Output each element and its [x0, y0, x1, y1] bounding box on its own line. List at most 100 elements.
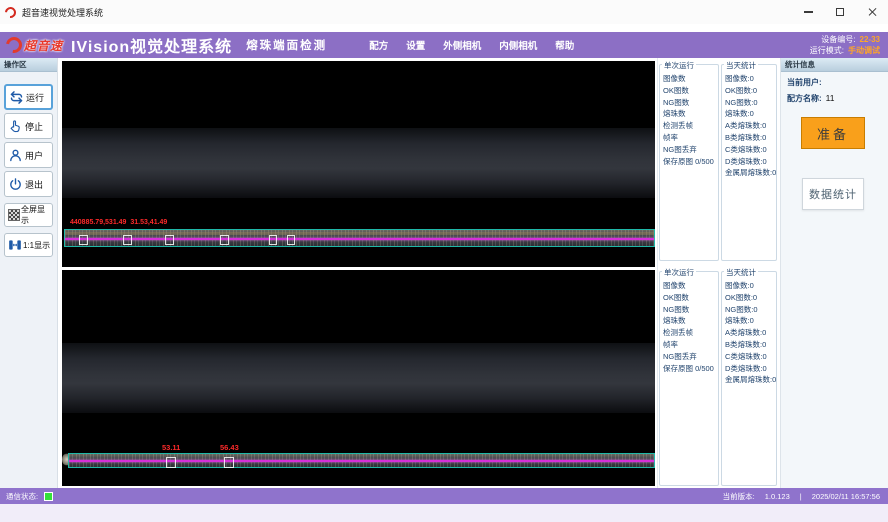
- stat-row: D类熔珠数:0: [725, 156, 776, 168]
- run-icon: [9, 90, 24, 105]
- today-stats-group: 当天统计 图像数:0OK图数:0NG图数:0熔珠数:0A类熔珠数:0B类熔珠数:…: [721, 271, 777, 486]
- inner-centerline-overlay: [69, 460, 654, 462]
- app-window: 超音速视觉处理系统 超音速 IVision视觉处理系统 熔珠端面检测 配方设置外…: [0, 0, 888, 522]
- stat-row: 保存原图 0/500: [663, 363, 718, 375]
- brand-name: 超音速: [24, 37, 63, 54]
- stat-row: A类熔珠数:0: [725, 327, 776, 339]
- outer-measurement-text: 440885.79,531.49 31.53,41.49: [70, 219, 167, 226]
- stat-row: NG图数:0: [725, 97, 776, 109]
- stat-row: 熔珠数:0: [725, 108, 776, 120]
- stat-row: 保存原图 0/500: [663, 156, 718, 168]
- one-to-one-icon: [8, 238, 22, 252]
- version-value: 1.0.123: [765, 492, 790, 501]
- device-number-value: 22-33: [860, 34, 880, 45]
- stat-row: A类熔珠数:0: [725, 120, 776, 132]
- version-label: 当前版本:: [723, 491, 755, 502]
- data-statistics-button[interactable]: 数据统计: [802, 178, 864, 210]
- menu-bar: 配方 设置 外侧相机 内侧相机 帮助: [369, 38, 574, 52]
- outer-camera-view: 440885.79,531.49 31.53,41.49: [62, 61, 655, 267]
- status-divider: |: [800, 492, 802, 501]
- outer-detection-bounding-box: [64, 229, 655, 247]
- run-mode-value: 手动调试: [848, 45, 880, 56]
- prepare-button[interactable]: 准备: [801, 117, 865, 149]
- stat-row: C类熔珠数:0: [725, 144, 776, 156]
- inner-camera-view: 53.11 56.43: [62, 270, 655, 486]
- titlebar: 超音速视觉处理系统: [0, 0, 888, 24]
- run-button[interactable]: 运行: [4, 84, 53, 110]
- one-to-one-button-label: 1:1显示: [23, 240, 50, 251]
- stat-row: 图像数: [663, 280, 718, 292]
- menu-item[interactable]: 帮助: [555, 38, 574, 52]
- close-button[interactable]: [856, 1, 888, 23]
- today-stats-title: 当天统计: [724, 60, 758, 71]
- stop-hand-icon: [8, 119, 23, 134]
- today-stats-group: 当天统计 图像数:0OK图数:0NG图数:0熔珠数:0A类熔珠数:0B类熔珠数:…: [721, 64, 777, 261]
- inner-measurement-right: 56.43: [220, 443, 239, 452]
- stat-row: B类熔珠数:0: [725, 339, 776, 351]
- single-run-group: 单次运行 图像数OK图数NG图数熔珠数检测丢帧帧率NG图丢弃保存原图 0/500: [659, 64, 719, 261]
- app-header: 超音速 IVision视觉处理系统 熔珠端面检测 配方设置外侧相机内侧相机帮助 …: [0, 32, 888, 58]
- single-run-title: 单次运行: [662, 60, 696, 71]
- stat-row: OK图数:0: [725, 292, 776, 304]
- stat-row: 金属屑熔珠数:0: [725, 167, 776, 179]
- menu-item[interactable]: 内侧相机: [499, 38, 537, 52]
- maximize-icon: [836, 8, 844, 16]
- stop-button[interactable]: 停止: [4, 113, 53, 139]
- stat-row: NG图数: [663, 304, 718, 316]
- app-subtitle: 熔珠端面检测: [246, 37, 327, 53]
- comm-status-indicator: [44, 492, 53, 501]
- status-bar: 通信状态: 当前版本: 1.0.123 | 2025/02/11 16:57:5…: [0, 488, 888, 504]
- current-user-label: 当前用户:: [787, 77, 822, 88]
- stat-row: 检测丢帧: [663, 120, 718, 132]
- menu-item[interactable]: 配方: [369, 38, 388, 52]
- detection-marker: [220, 235, 229, 245]
- stat-row: 帧率: [663, 339, 718, 351]
- stat-row: OK图数: [663, 292, 718, 304]
- outer-camera-part-band: 440885.79,531.49 31.53,41.49: [62, 128, 655, 198]
- detection-marker: [166, 457, 176, 468]
- window-title: 超音速视觉处理系统: [22, 6, 103, 19]
- menu-item[interactable]: 外侧相机: [443, 38, 481, 52]
- desktop-margin: [0, 504, 888, 522]
- outer-camera-stats: 单次运行 图像数OK图数NG图数熔珠数检测丢帧帧率NG图丢弃保存原图 0/500…: [657, 58, 778, 265]
- detection-marker: [123, 235, 132, 245]
- comm-status-label: 通信状态:: [6, 491, 38, 502]
- app-logo-icon: [3, 4, 18, 19]
- menu-item[interactable]: 设置: [406, 38, 425, 52]
- stat-row: B类熔珠数:0: [725, 132, 776, 144]
- stop-button-label: 停止: [25, 120, 43, 133]
- stat-row: 熔珠数:0: [725, 315, 776, 327]
- recipe-name-label: 配方名称:: [787, 93, 822, 104]
- stat-row: 熔珠数: [663, 108, 718, 120]
- fullscreen-button[interactable]: 全屏显示: [4, 203, 53, 227]
- inner-measurement-left: 53.11: [162, 443, 180, 452]
- operation-area-header: 操作区: [0, 58, 57, 72]
- recipe-name-value: 11: [826, 93, 835, 103]
- run-mode-label: 运行模式:: [810, 45, 844, 56]
- operation-sidebar: 操作区 运行 停止 用户: [0, 58, 58, 490]
- stat-row: 检测丢帧: [663, 327, 718, 339]
- user-button[interactable]: 用户: [4, 142, 53, 168]
- inner-detection-bounding-box: [68, 453, 655, 468]
- statistics-info-header: 统计信息: [781, 58, 888, 72]
- minimize-button[interactable]: [792, 1, 824, 23]
- stat-row: D类熔珠数:0: [725, 363, 776, 375]
- inner-camera-stats: 单次运行 图像数OK图数NG图数熔珠数检测丢帧帧率NG图丢弃保存原图 0/500…: [657, 265, 778, 490]
- stat-row: 熔珠数: [663, 315, 718, 327]
- exit-button[interactable]: 退出: [4, 171, 53, 197]
- fullscreen-icon: [8, 209, 20, 221]
- today-stats-title: 当天统计: [724, 267, 758, 278]
- stat-row: C类熔珠数:0: [725, 351, 776, 363]
- outer-centerline-overlay: [65, 238, 654, 240]
- device-info: 设备编号: 22-33 运行模式: 手动调试: [810, 34, 880, 56]
- power-icon: [8, 177, 23, 192]
- detection-marker: [287, 235, 295, 245]
- maximize-button[interactable]: [824, 1, 856, 23]
- stat-row: 帧率: [663, 132, 718, 144]
- detection-marker: [269, 235, 277, 245]
- stat-row: 金属屑熔珠数:0: [725, 374, 776, 386]
- one-to-one-button[interactable]: 1:1显示: [4, 233, 53, 257]
- stat-row: OK图数:0: [725, 85, 776, 97]
- single-run-group: 单次运行 图像数OK图数NG图数熔珠数检测丢帧帧率NG图丢弃保存原图 0/500: [659, 271, 719, 486]
- status-datetime: 2025/02/11 16:57:56: [812, 492, 880, 501]
